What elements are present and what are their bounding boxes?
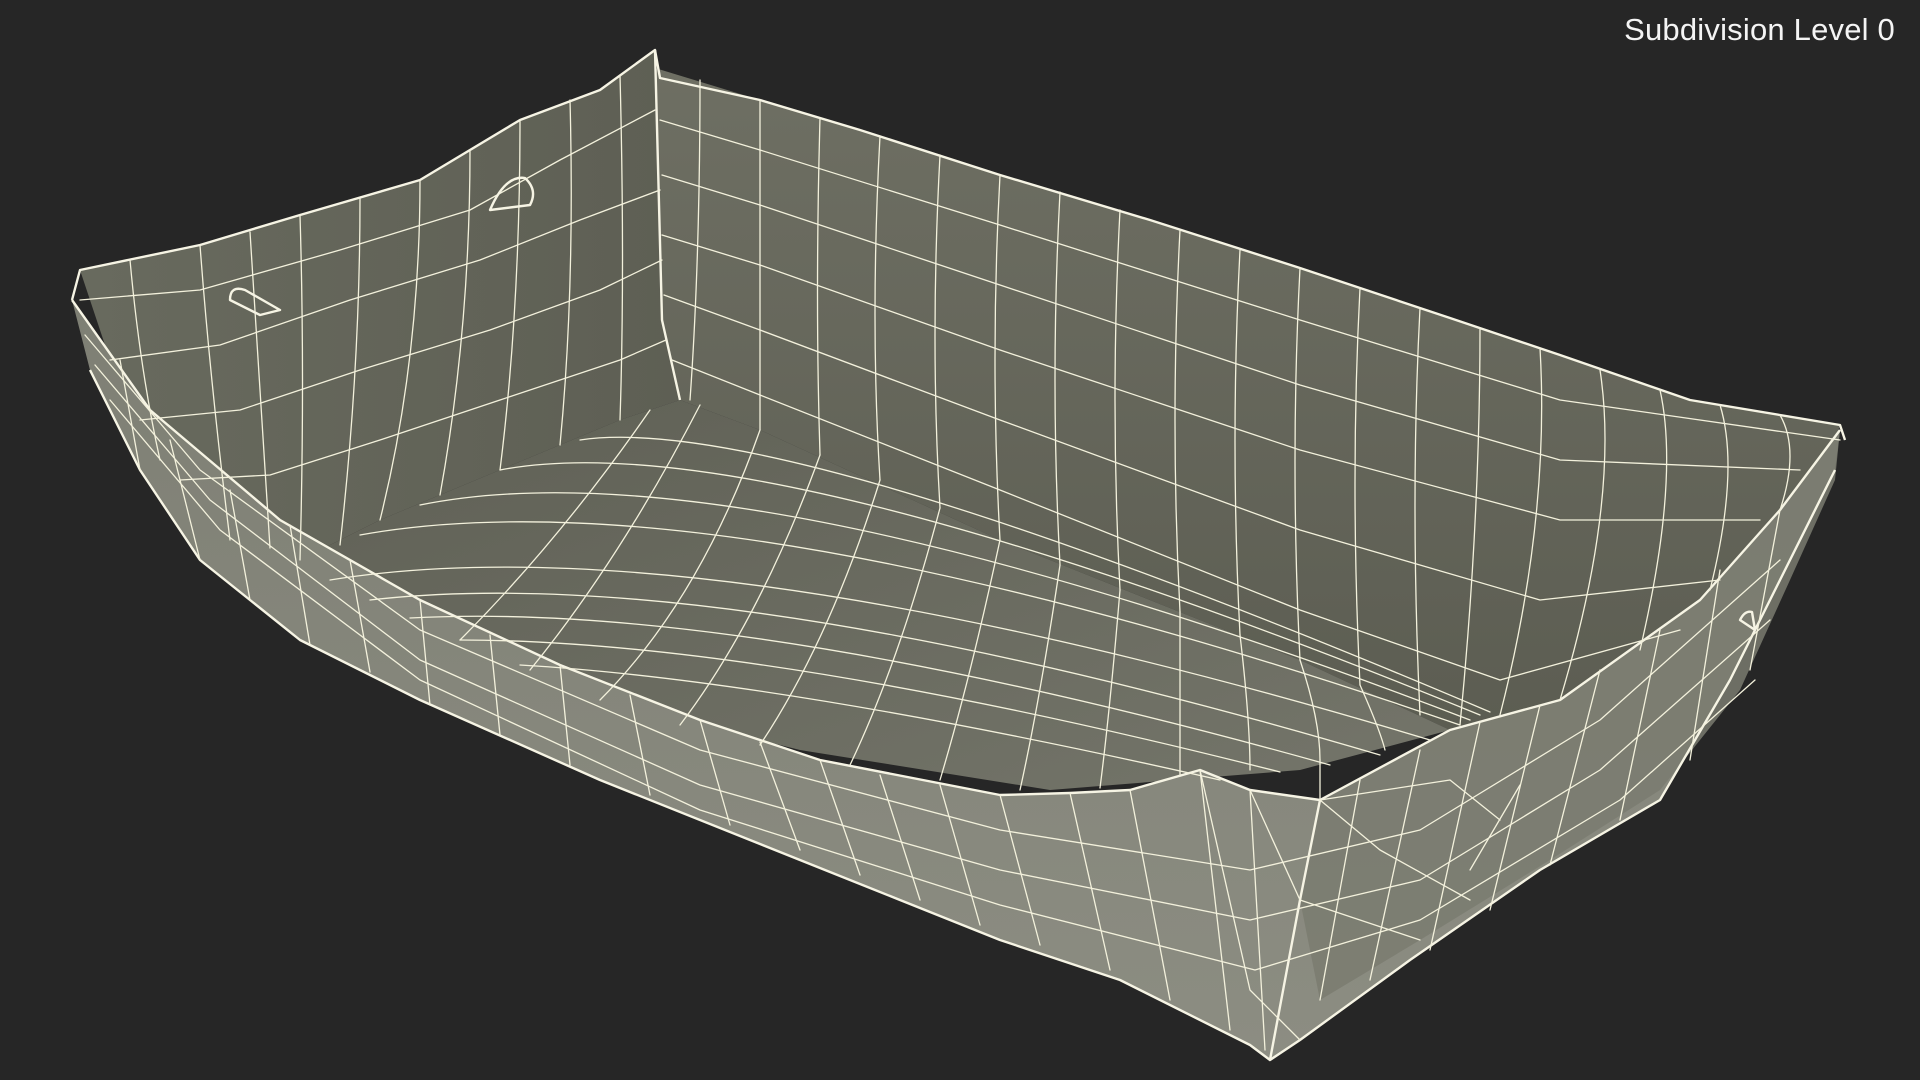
subdivision-level-label: Subdivision Level 0 xyxy=(1624,12,1895,47)
wireframe-tray-model xyxy=(70,48,1847,1062)
render-viewport: Subdivision Level 0 xyxy=(0,0,1920,1080)
